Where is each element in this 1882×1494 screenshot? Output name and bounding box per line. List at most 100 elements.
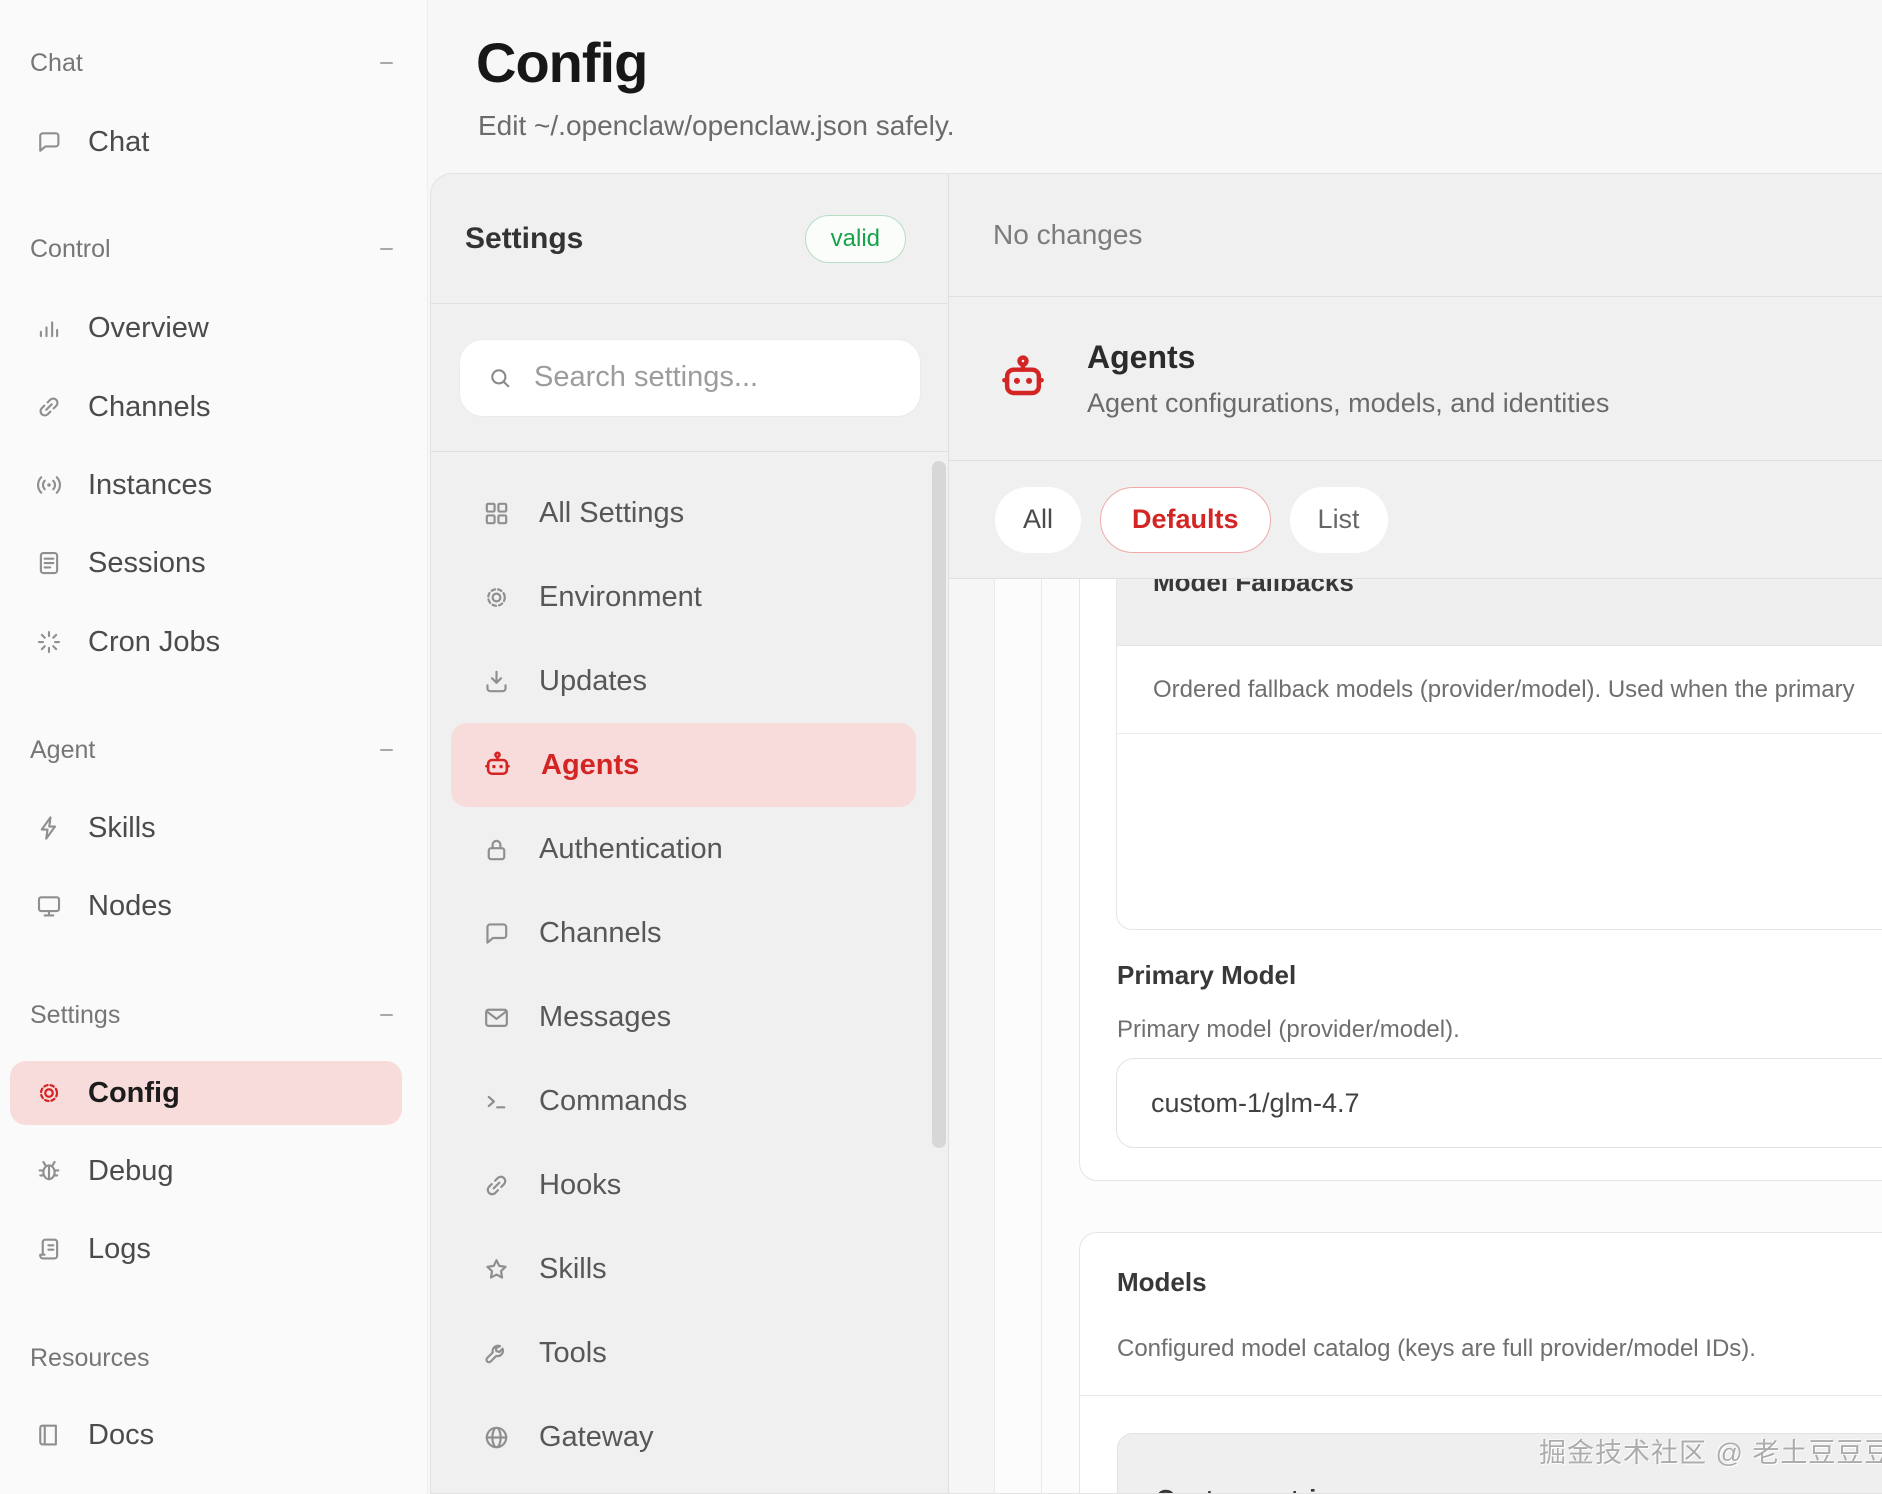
sidebar-item-logs[interactable]: Logs xyxy=(10,1217,402,1281)
collapse-dash-icon[interactable] xyxy=(380,247,393,251)
sidebar-item-label: Nodes xyxy=(88,889,172,922)
section-label: Settings xyxy=(30,1000,121,1029)
sidebar-item-instances[interactable]: Instances xyxy=(10,453,402,517)
primary-model-title: Primary Model xyxy=(1117,960,1297,990)
robot-icon xyxy=(995,351,1051,407)
spinner-icon xyxy=(34,627,64,657)
editor-panel: No changes Agents Agent configurations, … xyxy=(949,174,1882,1493)
tab-list[interactable]: List xyxy=(1289,486,1388,553)
sidebar-section-control: Control xyxy=(30,234,393,264)
nav-item-label: All Settings xyxy=(539,496,685,529)
settings-nav-updates[interactable]: Updates xyxy=(431,639,948,723)
tab-defaults[interactable]: Defaults xyxy=(1100,486,1271,553)
settings-nav-list: All Settings Environment Updates Agents … xyxy=(431,452,948,1479)
scrollbar-thumb[interactable] xyxy=(932,461,946,1148)
primary-model-value: custom-1/glm-4.7 xyxy=(1151,1087,1360,1118)
sidebar-item-overview[interactable]: Overview xyxy=(10,296,402,360)
section-subtitle: Agent configurations, models, and identi… xyxy=(1087,387,1610,418)
config-editor-card: Settings valid Search settings... All Se… xyxy=(430,173,1882,1494)
agent-defaults-card: Model Fallbacks Ordered fallback models … xyxy=(1079,579,1882,1181)
nav-item-label: Tools xyxy=(539,1336,607,1369)
settings-nav-gateway[interactable]: Gateway xyxy=(431,1395,948,1479)
star-icon xyxy=(481,1254,512,1285)
settings-nav-authentication[interactable]: Authentication xyxy=(431,807,948,891)
settings-nav-environment[interactable]: Environment xyxy=(431,555,948,639)
section-title: Agents xyxy=(1087,338,1196,375)
view-tabs: All Defaults List xyxy=(949,461,1882,579)
status-badge: valid xyxy=(804,214,906,263)
sidebar-item-label: Skills xyxy=(88,811,156,844)
tab-label: Defaults xyxy=(1132,504,1239,534)
sidebar-item-label: Channels xyxy=(88,390,211,423)
nav-item-label: Hooks xyxy=(539,1168,622,1201)
settings-nav-all-settings[interactable]: All Settings xyxy=(431,471,948,555)
field-description: Ordered fallback models (provider/model)… xyxy=(1153,675,1855,703)
grid-icon xyxy=(481,498,512,529)
bug-icon xyxy=(34,1156,64,1186)
sidebar-item-label: Overview xyxy=(88,311,209,344)
settings-nav-skills[interactable]: Skills xyxy=(431,1227,948,1311)
editor-scroll-area[interactable]: Model Fallbacks Ordered fallback models … xyxy=(949,579,1882,1493)
tab-label: List xyxy=(1317,504,1360,534)
scroll-icon xyxy=(34,1234,64,1264)
nav-item-label: Environment xyxy=(539,580,702,613)
nesting-gutter xyxy=(949,579,995,1493)
settings-nav-messages[interactable]: Messages xyxy=(431,975,948,1059)
page-title: Config xyxy=(476,31,648,94)
models-title: Models xyxy=(1117,1267,1207,1297)
settings-nav-commands[interactable]: Commands xyxy=(431,1059,948,1143)
globe-icon xyxy=(481,1422,512,1453)
wrench-icon xyxy=(481,1338,512,1369)
section-label: Chat xyxy=(30,48,83,77)
custom-entries-label: Custom entries xyxy=(1156,1484,1345,1493)
book-icon xyxy=(34,1420,64,1450)
search-input[interactable]: Search settings... xyxy=(459,338,921,417)
primary-model-description: Primary model (provider/model). xyxy=(1117,1016,1460,1043)
lock-icon xyxy=(481,834,512,865)
primary-model-input[interactable]: custom-1/glm-4.7 xyxy=(1116,1058,1882,1148)
sidebar-section-agent: Agent xyxy=(30,735,393,765)
section-label: Control xyxy=(30,234,111,263)
search-placeholder: Search settings... xyxy=(534,361,759,393)
collapse-dash-icon[interactable] xyxy=(380,61,393,65)
nav-item-label: Agents xyxy=(541,748,640,781)
sidebar-item-cron-jobs[interactable]: Cron Jobs xyxy=(10,610,402,674)
settings-nav-hooks[interactable]: Hooks xyxy=(431,1143,948,1227)
divider xyxy=(1080,1395,1882,1396)
monitor-icon xyxy=(34,891,64,921)
sidebar-item-docs[interactable]: Docs xyxy=(10,1403,402,1467)
nav-item-label: Gateway xyxy=(539,1420,654,1453)
changes-status-bar: No changes xyxy=(949,174,1882,297)
sidebar-item-sessions[interactable]: Sessions xyxy=(10,531,402,595)
sidebar-item-skills[interactable]: Skills xyxy=(10,796,402,860)
collapse-dash-icon[interactable] xyxy=(380,748,393,752)
sidebar-section-resources: Resources xyxy=(30,1343,393,1373)
section-label: Agent xyxy=(30,735,96,764)
tab-all[interactable]: All xyxy=(995,486,1082,553)
sidebar-section-chat: Chat xyxy=(30,48,393,78)
collapse-dash-icon[interactable] xyxy=(380,1013,393,1017)
sidebar: Chat Chat Control Overview Channels Inst… xyxy=(0,0,428,1494)
model-fallbacks-description-row: Ordered fallback models (provider/model)… xyxy=(1117,646,1882,734)
lightning-icon xyxy=(34,813,64,843)
changes-status-text: No changes xyxy=(993,219,1143,250)
sidebar-item-label: Instances xyxy=(88,468,213,501)
page-subtitle: Edit ~/.openclaw/openclaw.json safely. xyxy=(478,110,955,141)
settings-panel-title: Settings xyxy=(465,221,584,255)
settings-nav-tools[interactable]: Tools xyxy=(431,1311,948,1395)
nav-item-label: Authentication xyxy=(539,832,723,865)
terminal-icon xyxy=(481,1086,512,1117)
settings-nav-channels[interactable]: Channels xyxy=(431,891,948,975)
sidebar-item-config[interactable]: Config xyxy=(10,1061,402,1125)
sidebar-item-channels[interactable]: Channels xyxy=(10,375,402,439)
sidebar-item-nodes[interactable]: Nodes xyxy=(10,874,402,938)
envelope-icon xyxy=(481,1002,512,1033)
settings-nav-agents[interactable]: Agents xyxy=(451,723,916,807)
model-fallbacks-header: Model Fallbacks xyxy=(1117,579,1882,646)
sidebar-item-label: Chat xyxy=(88,125,150,158)
sidebar-item-chat[interactable]: Chat xyxy=(10,110,402,174)
sidebar-item-debug[interactable]: Debug xyxy=(10,1139,402,1203)
settings-nav-panel: Settings valid Search settings... All Se… xyxy=(431,174,949,1493)
robot-icon xyxy=(481,749,514,782)
download-icon xyxy=(481,666,512,697)
